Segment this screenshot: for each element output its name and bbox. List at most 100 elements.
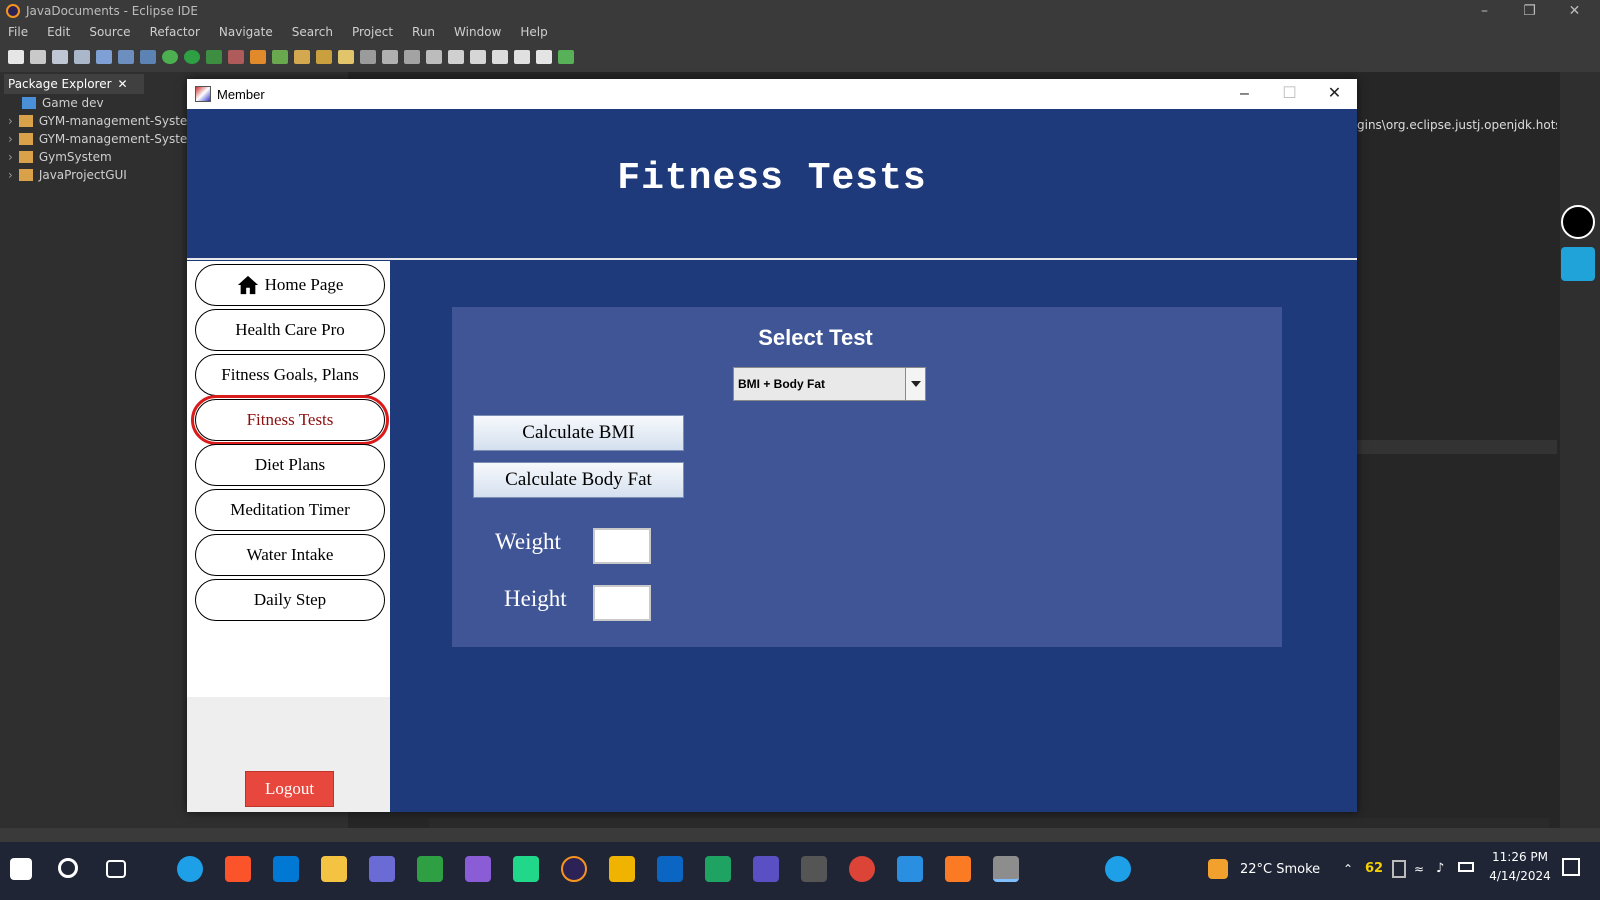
photos-icon[interactable] <box>897 856 923 882</box>
member-close-icon[interactable]: ✕ <box>1312 79 1357 109</box>
save-all-icon[interactable] <box>74 50 90 64</box>
search-tool-icon[interactable] <box>338 50 354 64</box>
nav-fitness-tests-button[interactable]: Fitness Tests <box>191 395 389 445</box>
next-annotation-icon[interactable] <box>448 50 464 64</box>
nav-health-care-pro-button[interactable]: Health Care Pro <box>195 309 385 351</box>
weight-input[interactable] <box>593 528 651 564</box>
edge-icon[interactable] <box>177 856 203 882</box>
brave-icon[interactable] <box>225 856 251 882</box>
menu-search[interactable]: Search <box>292 25 333 39</box>
assistant-widget-icon[interactable] <box>1561 247 1595 281</box>
menu-navigate[interactable]: Navigate <box>219 25 273 39</box>
search-icon[interactable] <box>58 858 78 878</box>
app-icon[interactable] <box>369 856 395 882</box>
nav-water-intake-button[interactable]: Water Intake <box>195 534 385 576</box>
clock-time[interactable]: 11:26 PM <box>1490 850 1550 864</box>
logout-button[interactable]: Logout <box>245 771 334 807</box>
nav-home-page-button[interactable]: Home Page <box>195 264 385 306</box>
windows-start-icon[interactable] <box>10 858 32 880</box>
vscode-icon[interactable] <box>273 856 299 882</box>
pycharm-icon[interactable] <box>513 856 539 882</box>
menu-file[interactable]: File <box>8 25 28 39</box>
nav-meditation-timer-button[interactable]: Meditation Timer <box>195 489 385 531</box>
help-icon[interactable] <box>1105 856 1131 882</box>
wifi-icon[interactable]: ≈ <box>1414 862 1424 876</box>
notifications-icon[interactable] <box>1562 858 1580 876</box>
skip-breakpoints-icon[interactable] <box>140 50 156 64</box>
nav-fitness-goals-button[interactable]: Fitness Goals, Plans <box>195 354 385 396</box>
java-app-taskbar-icon[interactable] <box>993 856 1019 882</box>
run-icon[interactable] <box>184 50 200 64</box>
linkedin-icon[interactable] <box>657 856 683 882</box>
tree-item-game-dev[interactable]: Game dev <box>22 96 104 110</box>
test-type-value: BMI + Body Fat <box>738 377 826 391</box>
back-icon[interactable] <box>492 50 508 64</box>
device-icon[interactable] <box>1392 860 1406 878</box>
annotation-icon[interactable] <box>360 50 376 64</box>
nav-daily-step-button[interactable]: Daily Step <box>195 579 385 621</box>
external-tools-icon[interactable] <box>228 50 244 64</box>
menu-source[interactable]: Source <box>89 25 130 39</box>
open-icon[interactable] <box>30 50 46 64</box>
new-java-project-icon[interactable] <box>250 50 266 64</box>
save-icon[interactable] <box>52 50 68 64</box>
xampp-icon[interactable] <box>945 856 971 882</box>
prev-annotation-icon[interactable] <box>470 50 486 64</box>
green-app-icon[interactable] <box>417 856 443 882</box>
member-minimize-icon[interactable]: – <box>1222 79 1267 109</box>
menu-help[interactable]: Help <box>520 25 547 39</box>
editor-path-fragment: gins\org.eclipse.justj.openjdk.hotspot.j… <box>1357 118 1557 132</box>
eclipse-taskbar-icon[interactable] <box>561 856 587 882</box>
task-view-icon[interactable] <box>106 860 126 878</box>
new-package-icon[interactable] <box>272 50 288 64</box>
open-task-icon[interactable] <box>316 50 332 64</box>
menu-run[interactable]: Run <box>412 25 435 39</box>
show-whitespace-icon[interactable] <box>426 50 442 64</box>
menu-window[interactable]: Window <box>454 25 501 39</box>
menu-refactor[interactable]: Refactor <box>150 25 200 39</box>
mark-occurrences-icon[interactable] <box>382 50 398 64</box>
tree-item-javaprojectgui[interactable]: › JavaProjectGUI <box>8 168 127 182</box>
open-type-icon[interactable] <box>294 50 310 64</box>
restore-icon[interactable]: ❐ <box>1507 0 1552 22</box>
perspective-icon[interactable] <box>558 50 574 64</box>
chevron-down-icon[interactable] <box>905 368 925 400</box>
teams-icon[interactable] <box>753 856 779 882</box>
menu-project[interactable]: Project <box>352 25 393 39</box>
minimize-icon[interactable]: – <box>1462 0 1507 22</box>
forward-icon[interactable] <box>514 50 530 64</box>
chrome-icon[interactable] <box>849 856 875 882</box>
package-explorer-tab[interactable]: Package Explorer ✕ <box>4 74 144 94</box>
new-icon[interactable] <box>8 50 24 64</box>
tree-item-gymsystem[interactable]: › GymSystem <box>8 150 112 164</box>
last-edit-icon[interactable] <box>536 50 552 64</box>
chevron-up-icon[interactable]: ⌃ <box>1343 862 1353 876</box>
file-explorer-icon[interactable] <box>321 856 347 882</box>
member-maximize-icon[interactable]: ☐ <box>1267 79 1312 109</box>
toggle-block-icon[interactable] <box>404 50 420 64</box>
clock-date[interactable]: 4/14/2024 <box>1488 869 1552 883</box>
test-type-select[interactable]: BMI + Body Fat <box>733 367 926 401</box>
accessibility-widget-icon[interactable] <box>1561 205 1595 239</box>
nav-diet-plans-button[interactable]: Diet Plans <box>195 444 385 486</box>
tree-item-gym-management-1[interactable]: › GYM-management-System <box>8 114 199 128</box>
battery-icon[interactable] <box>1458 862 1474 872</box>
terminal-icon[interactable] <box>96 50 112 64</box>
tree-item-gym-management-2[interactable]: › GYM-management-System <box>8 132 199 146</box>
debug-icon[interactable] <box>162 50 178 64</box>
tool-icon[interactable] <box>801 856 827 882</box>
height-input[interactable] <box>593 585 651 621</box>
coverage-icon[interactable] <box>206 50 222 64</box>
matlab-icon[interactable] <box>609 856 635 882</box>
close-icon[interactable]: ✕ <box>1552 0 1597 22</box>
calculate-bmi-button[interactable]: Calculate BMI <box>473 415 684 451</box>
calculate-body-fat-button[interactable]: Calculate Body Fat <box>473 462 684 498</box>
visual-studio-icon[interactable] <box>465 856 491 882</box>
close-tab-icon[interactable]: ✕ <box>118 77 128 91</box>
menu-edit[interactable]: Edit <box>47 25 70 39</box>
outline-icon[interactable] <box>118 50 134 64</box>
volume-icon[interactable]: ♪ <box>1436 861 1444 876</box>
member-window-title: Member <box>217 86 265 102</box>
weather-text[interactable]: 22°C Smoke <box>1240 862 1320 877</box>
play-icon[interactable] <box>705 856 731 882</box>
